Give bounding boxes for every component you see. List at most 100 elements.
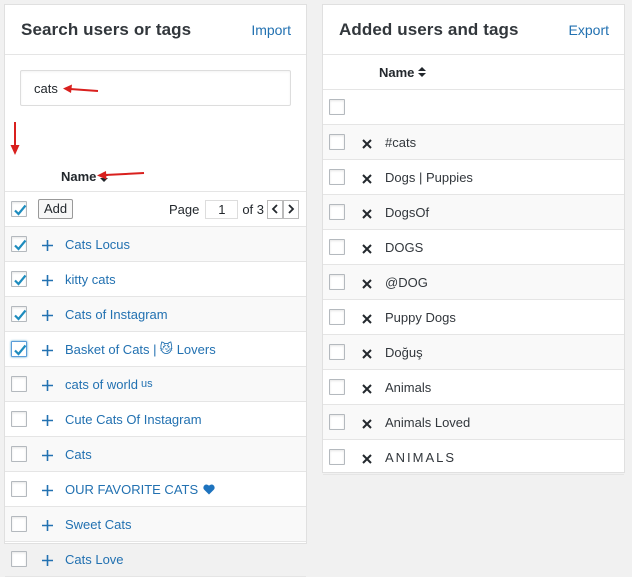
- checkmark-icon: [14, 274, 27, 286]
- page-number-input[interactable]: [205, 199, 239, 219]
- result-checkbox[interactable]: [11, 446, 27, 462]
- added-item-row: DogsOf: [323, 195, 624, 230]
- added-item-checkbox[interactable]: [329, 274, 345, 290]
- plus-icon[interactable]: [42, 309, 53, 321]
- added-item-row: Animals Loved: [323, 405, 624, 440]
- search-panel-header: Search users or tags Import: [5, 5, 306, 55]
- export-link[interactable]: Export: [569, 22, 609, 38]
- result-row: Sweet Cats: [5, 507, 306, 542]
- x-icon[interactable]: [362, 312, 372, 324]
- x-icon[interactable]: [362, 452, 372, 464]
- x-icon[interactable]: [362, 347, 372, 359]
- added-item-checkbox[interactable]: [329, 239, 345, 255]
- added-item-checkbox[interactable]: [329, 169, 345, 185]
- x-icon[interactable]: [362, 277, 372, 289]
- result-row: Cute Cats Of Instagram: [5, 402, 306, 437]
- sort-icon: [100, 171, 109, 182]
- added-item-row: Dogs | Puppies: [323, 160, 624, 195]
- pagination: Page of 3: [168, 199, 299, 219]
- added-item-row: #cats: [323, 125, 624, 160]
- added-item-label: ANIMALS: [385, 449, 457, 465]
- result-checkbox[interactable]: [11, 306, 27, 322]
- added-item-label: Animals: [385, 379, 432, 395]
- added-item-checkbox[interactable]: [329, 309, 345, 325]
- result-label[interactable]: Cats: [65, 447, 92, 462]
- added-item-label: @DOG: [385, 274, 428, 290]
- x-icon[interactable]: [362, 242, 372, 254]
- result-label[interactable]: Sweet Cats: [65, 517, 131, 532]
- plus-icon[interactable]: [42, 239, 53, 251]
- import-link[interactable]: Import: [251, 22, 291, 38]
- result-label[interactable]: OUR FAVORITE CATS: [65, 482, 215, 497]
- page-total: of 3: [242, 201, 264, 217]
- result-label[interactable]: kitty cats: [65, 272, 116, 287]
- added-panel: Added users and tags Export Name #cats Do…: [322, 4, 625, 475]
- prev-page-button[interactable]: [267, 199, 283, 219]
- result-checkbox[interactable]: [11, 551, 27, 567]
- x-icon[interactable]: [362, 172, 372, 184]
- result-checkbox[interactable]: [11, 411, 27, 427]
- result-label[interactable]: cats of world us: [65, 377, 153, 392]
- result-row: OUR FAVORITE CATS: [5, 472, 306, 507]
- x-icon[interactable]: [362, 417, 372, 429]
- result-row: Basket of Cats | 😼 Lovers: [5, 332, 306, 367]
- added-panel-title: Added users and tags: [339, 19, 519, 39]
- added-panel-header: Added users and tags Export: [323, 5, 624, 55]
- add-button[interactable]: Add: [38, 199, 74, 219]
- added-item-checkbox[interactable]: [329, 344, 345, 360]
- plus-icon[interactable]: [42, 484, 53, 496]
- checkmark-icon: [14, 309, 27, 321]
- added-item-label: Animals Loved: [385, 414, 471, 430]
- added-item-label: DogsOf: [385, 204, 430, 220]
- added-item-row: @DOG: [323, 265, 624, 300]
- bulk-action-row: Add Page of 3: [5, 192, 306, 227]
- added-item-row: ANIMALS: [323, 440, 624, 475]
- result-checkbox[interactable]: [11, 341, 27, 357]
- result-checkbox[interactable]: [11, 481, 27, 497]
- added-item-label: #cats: [385, 134, 417, 150]
- result-checkbox[interactable]: [11, 236, 27, 252]
- result-row: Cats Love: [5, 542, 306, 577]
- added-item-checkbox[interactable]: [329, 379, 345, 395]
- result-label[interactable]: Cats of Instagram: [65, 307, 168, 322]
- next-page-button[interactable]: [283, 199, 299, 219]
- result-label[interactable]: Cats Locus: [65, 237, 130, 252]
- result-checkbox[interactable]: [11, 376, 27, 392]
- plus-icon[interactable]: [42, 274, 53, 286]
- plus-icon[interactable]: [42, 379, 53, 391]
- plus-icon[interactable]: [42, 344, 53, 356]
- added-name-column-header[interactable]: Name: [323, 55, 624, 90]
- plus-icon[interactable]: [42, 554, 53, 566]
- search-input[interactable]: [20, 70, 291, 106]
- result-row: kitty cats: [5, 262, 306, 297]
- result-row: Cats of Instagram: [5, 297, 306, 332]
- added-item-label: Doğuş: [385, 344, 423, 360]
- plus-icon[interactable]: [42, 519, 53, 531]
- chevron-left-icon: [271, 204, 278, 214]
- name-column-header[interactable]: Name: [5, 162, 306, 192]
- added-select-all-row: [323, 90, 624, 125]
- added-item-row: Puppy Dogs: [323, 300, 624, 335]
- added-item-checkbox[interactable]: [329, 204, 345, 220]
- added-item-checkbox[interactable]: [329, 449, 345, 465]
- select-all-checkbox[interactable]: [11, 201, 27, 217]
- result-checkbox[interactable]: [11, 271, 27, 287]
- added-item-checkbox[interactable]: [329, 134, 345, 150]
- result-label[interactable]: Cats Love: [65, 552, 124, 567]
- result-label[interactable]: Basket of Cats | 😼 Lovers: [65, 341, 216, 357]
- page-label: Page: [168, 201, 200, 217]
- x-icon[interactable]: [362, 137, 372, 149]
- x-icon[interactable]: [362, 207, 372, 219]
- cat-emoji-icon: 😼: [159, 341, 174, 356]
- result-label[interactable]: Cute Cats Of Instagram: [65, 412, 202, 427]
- added-item-checkbox[interactable]: [329, 414, 345, 430]
- added-item-row: Doğuş: [323, 335, 624, 370]
- x-icon[interactable]: [362, 382, 372, 394]
- result-row: Cats: [5, 437, 306, 472]
- plus-icon[interactable]: [42, 414, 53, 426]
- heart-icon: [203, 484, 215, 495]
- added-item-label: Dogs | Puppies: [385, 169, 473, 185]
- added-select-all-checkbox[interactable]: [329, 99, 345, 115]
- plus-icon[interactable]: [42, 449, 53, 461]
- result-checkbox[interactable]: [11, 516, 27, 532]
